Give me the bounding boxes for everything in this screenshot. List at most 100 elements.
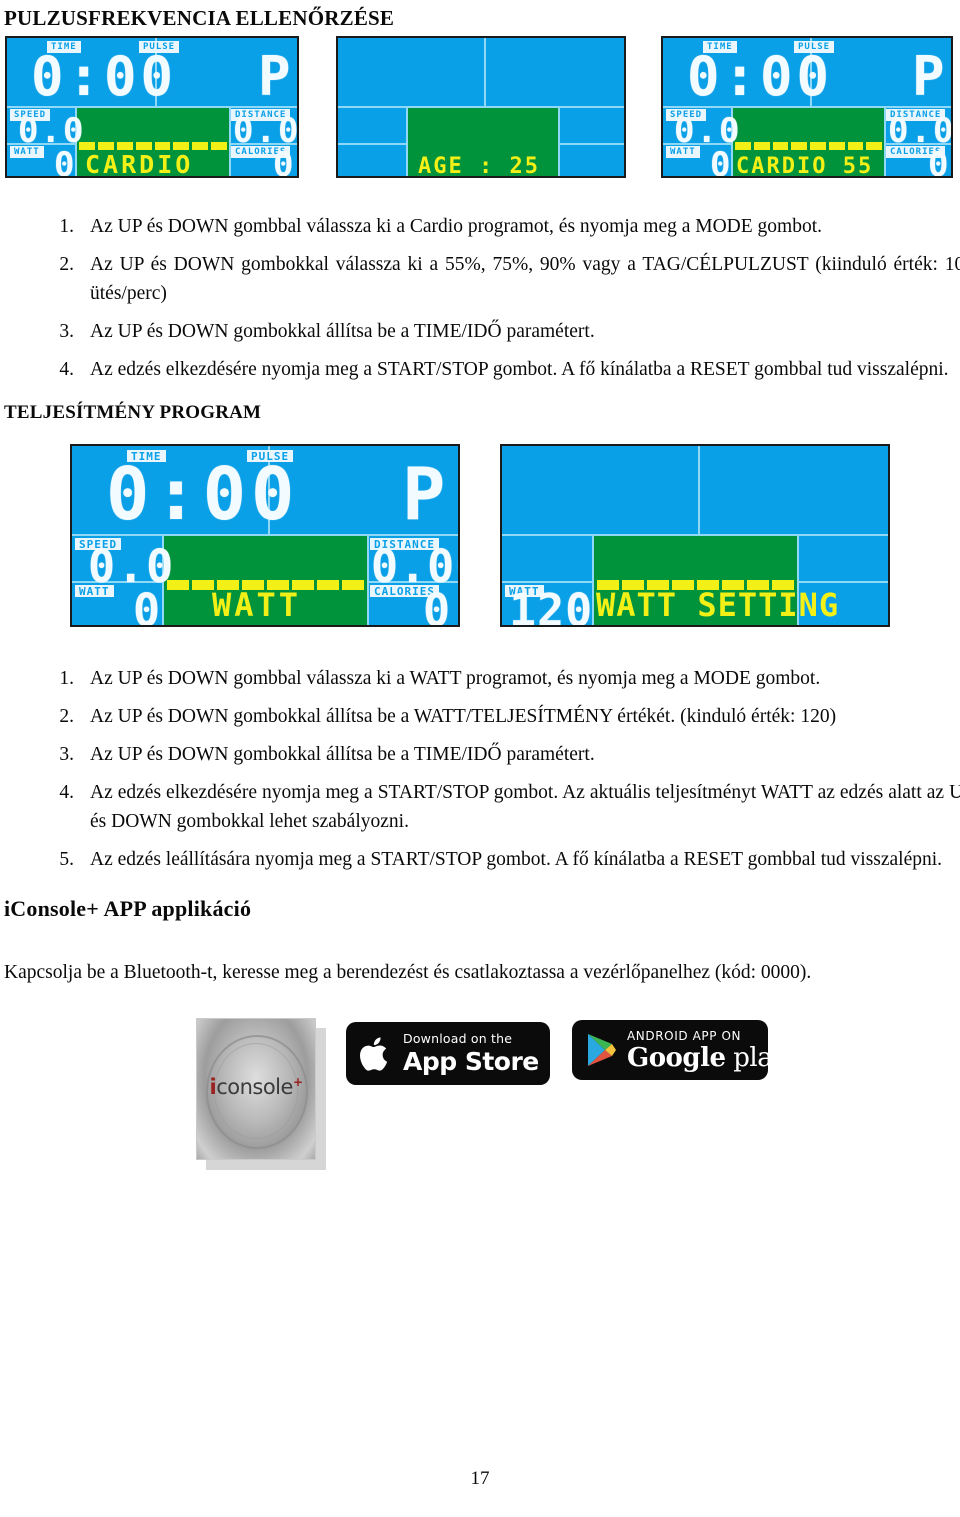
list-marker: 5. xyxy=(59,849,74,870)
lcd-divider-horizontal-right xyxy=(797,581,888,583)
bar-cell xyxy=(116,142,133,150)
bar-cell xyxy=(211,142,227,150)
google-play-badge-top-label: ANDROID APP ON xyxy=(627,1028,742,1043)
lcd-divider-horizontal-right xyxy=(558,143,624,145)
lcd-value-time: 0:00 xyxy=(106,452,300,536)
list-text: Az edzés elkezdésére nyomja meg a START/… xyxy=(90,782,960,832)
list-marker: 2. xyxy=(59,254,74,275)
lcd-divider-vertical xyxy=(698,446,700,534)
bar-cell xyxy=(317,580,339,590)
bar-cell xyxy=(79,142,95,150)
section-title-iconsole-app: iConsole+ APP applikáció xyxy=(4,896,252,921)
bar-cell xyxy=(735,142,751,150)
bar-cell xyxy=(135,142,152,150)
lcd-value-watt: 0 xyxy=(133,584,163,627)
bar-cell xyxy=(192,580,214,590)
google-play-word-google: Google xyxy=(627,1042,726,1073)
google-play-word-play: play xyxy=(725,1042,787,1073)
lcd-screen-background: TIME PULSE SPEED WATT DISTANCE CALORIES … xyxy=(72,446,458,625)
list-item: 1. Az UP és DOWN gombbal válassza ki a C… xyxy=(44,212,960,241)
bar-cell xyxy=(342,580,364,590)
lcd-value-speed: 0.0 xyxy=(674,111,742,151)
cardio-instruction-list: 1. Az UP és DOWN gombbal válassza ki a C… xyxy=(4,212,960,393)
lcd-matrix-text: AGE : 25 xyxy=(418,154,540,178)
list-text: Az edzés elkezdésére nyomja meg a START/… xyxy=(90,359,949,380)
lcd-value-distance: 0.00 xyxy=(888,111,951,151)
lcd-value-calories: 0 xyxy=(423,584,453,627)
lcd-value-distance: 0.00 xyxy=(371,540,458,593)
lcd-value-distance: 0.00 xyxy=(233,111,299,151)
bar-cell xyxy=(866,142,882,150)
section-title-performance-program: TELJESÍTMÉNY PROGRAM xyxy=(4,402,262,423)
lcd-divider-vertical xyxy=(484,38,486,106)
lcd-display-age-setting: AGE : 25 xyxy=(336,36,626,178)
lcd-value-watt: 0 xyxy=(710,145,733,178)
list-item: 2. Az UP és DOWN gombokkal válassza ki a… xyxy=(44,250,960,308)
list-text: Az UP és DOWN gombbal válassza ki a WATT… xyxy=(90,668,821,689)
lcd-value-calories: 0 xyxy=(273,145,296,178)
lcd-screen-background: TIME PULSE SPEED WATT DISTANCE CALORIES … xyxy=(663,38,951,176)
bar-cell xyxy=(97,142,114,150)
list-item: 5. Az edzés leállítására nyomja meg a ST… xyxy=(44,845,960,874)
lcd-divider-vertical-right xyxy=(367,534,369,625)
app-store-badge-top-label: Download on the xyxy=(403,1031,513,1047)
lcd-divider-vertical-right xyxy=(558,106,560,176)
google-play-badge-bottom-label: Google play xyxy=(627,1042,787,1073)
list-text: Az UP és DOWN gombokkal állítsa be a TIM… xyxy=(90,321,595,342)
lcd-value-speed: 0.0 xyxy=(88,540,176,593)
bar-cell xyxy=(772,142,789,150)
lcd-display-watt-setting: WATT 120 WATT SETTING xyxy=(500,444,890,627)
bar-cell xyxy=(192,142,209,150)
lcd-bar-graph xyxy=(79,142,227,150)
list-text: Az UP és DOWN gombokkal válassza ki a 55… xyxy=(90,254,960,304)
list-marker: 3. xyxy=(59,744,74,765)
lcd-value-pulse: P xyxy=(258,45,293,108)
lcd-value-time: 0:00 xyxy=(687,45,834,108)
list-marker: 4. xyxy=(59,782,74,803)
iconsole-logo-wordmark: iconsole+ xyxy=(197,1075,315,1099)
list-marker: 3. xyxy=(59,321,74,342)
lcd-screen-background: TIME PULSE SPEED WATT DISTANCE CALORIES … xyxy=(7,38,297,176)
app-store-badge[interactable]: Download on the App Store xyxy=(346,1022,550,1085)
lcd-display-cardio-main: TIME PULSE SPEED WATT DISTANCE CALORIES … xyxy=(5,36,299,178)
page-number: 17 xyxy=(470,1468,490,1489)
lcd-value-pulse: P xyxy=(402,452,448,536)
lcd-matrix-text: WATT SETTING xyxy=(596,586,840,624)
lcd-value-watt: 0 xyxy=(54,145,77,178)
bar-cell xyxy=(847,142,864,150)
logo-letters-console: console xyxy=(216,1075,293,1099)
bar-cell xyxy=(154,142,171,150)
list-item: 2. Az UP és DOWN gombokkal állítsa be a … xyxy=(44,702,960,731)
app-badges-row: iconsole+ Download on the App Store ANDR… xyxy=(0,1000,960,1180)
list-text: Az UP és DOWN gombokkal állítsa be a TIM… xyxy=(90,744,595,765)
list-item: 4. Az edzés elkezdésére nyomja meg a STA… xyxy=(44,778,960,836)
google-play-badge[interactable]: ANDROID APP ON Google play xyxy=(572,1020,787,1080)
logo-plus-icon: + xyxy=(292,1075,303,1089)
bar-cell xyxy=(173,142,190,150)
lcd-matrix-text: CARDIO xyxy=(85,150,194,178)
list-marker: 4. xyxy=(59,359,74,380)
list-marker: 1. xyxy=(59,668,74,689)
list-text: Az UP és DOWN gombbal válassza ki a Card… xyxy=(90,216,823,237)
lcd-divider-horizontal-left xyxy=(338,143,406,145)
apple-logo-icon xyxy=(360,1036,388,1071)
list-marker: 2. xyxy=(59,706,74,727)
lcd-matrix-text: CARDIO 55 xyxy=(736,154,874,178)
list-item: 3. Az UP és DOWN gombokkal állítsa be a … xyxy=(44,317,960,346)
lcd-value-pulse: P xyxy=(912,45,947,108)
page-title-pulse-check: PULZUSFREKVENCIA ELLENŐRZÉSE xyxy=(4,6,395,30)
lcd-display-cardio-55: TIME PULSE SPEED WATT DISTANCE CALORIES … xyxy=(661,36,953,178)
iconsole-description: Kapcsolja be a Bluetooth-t, keresse meg … xyxy=(4,961,812,983)
bar-cell xyxy=(791,142,807,150)
google-play-triangle-icon xyxy=(588,1034,616,1066)
app-store-badge-text: Download on the App Store xyxy=(403,1033,539,1074)
list-marker: 1. xyxy=(59,216,74,237)
lcd-divider-horizontal-left xyxy=(502,581,592,583)
lcd-screen-background: WATT 120 WATT SETTING xyxy=(502,446,888,625)
list-item: 4. Az edzés elkezdésére nyomja meg a STA… xyxy=(44,355,960,384)
list-text: Az edzés leállítására nyomja meg a START… xyxy=(90,849,943,870)
list-item: 1. Az UP és DOWN gombbal válassza ki a W… xyxy=(44,664,960,693)
list-text: Az UP és DOWN gombokkal állítsa be a WAT… xyxy=(90,706,837,727)
watt-instruction-list: 1. Az UP és DOWN gombbal válassza ki a W… xyxy=(4,664,960,883)
lcd-value-time: 0:00 xyxy=(31,45,178,108)
